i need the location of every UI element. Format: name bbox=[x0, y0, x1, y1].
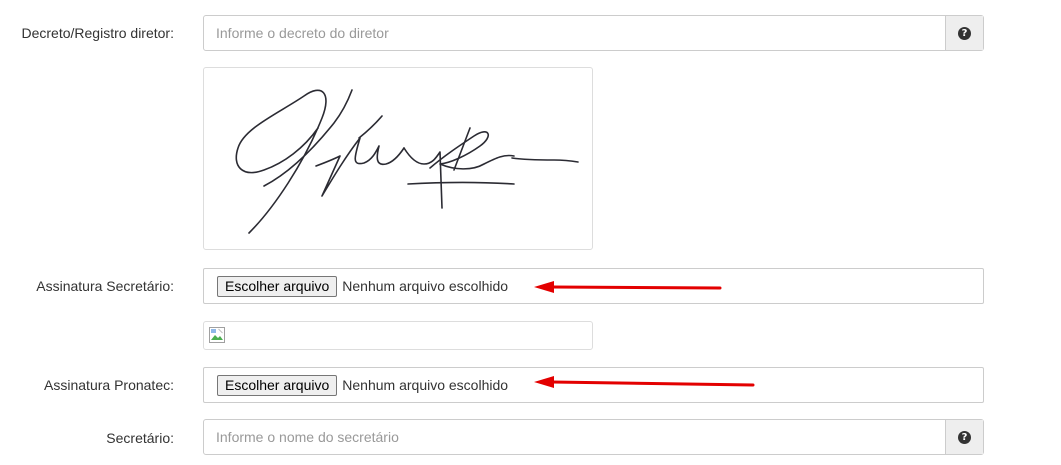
secretario-input[interactable] bbox=[204, 420, 945, 454]
secretario-signature-preview bbox=[203, 321, 593, 350]
file-status-pronatec: Nenhum arquivo escolhido bbox=[342, 377, 509, 393]
assinatura-secretario-label: Assinatura Secretário: bbox=[36, 278, 174, 294]
secretario-label: Secretário: bbox=[106, 430, 174, 446]
choose-file-button-pronatec[interactable]: Escolher arquivo bbox=[217, 374, 338, 396]
decreto-input-group: ? bbox=[203, 15, 984, 51]
secretario-help-addon[interactable]: ? bbox=[945, 420, 983, 454]
broken-image-icon bbox=[209, 327, 225, 343]
secretario-input-group: ? bbox=[203, 419, 984, 455]
choose-file-button-secretario[interactable]: Escolher arquivo bbox=[217, 275, 338, 297]
decreto-label: Decreto/Registro diretor: bbox=[21, 25, 174, 41]
question-circle-icon[interactable]: ? bbox=[958, 26, 971, 40]
signature-image bbox=[235, 89, 579, 234]
red-arrow-icon bbox=[534, 281, 722, 293]
director-signature-preview bbox=[203, 67, 593, 250]
red-arrow-icon bbox=[534, 376, 755, 388]
assinatura-pronatec-label: Assinatura Pronatec: bbox=[44, 377, 174, 393]
question-circle-icon[interactable]: ? bbox=[958, 430, 971, 444]
file-status-secretario: Nenhum arquivo escolhido bbox=[342, 278, 509, 294]
decreto-input[interactable] bbox=[204, 16, 945, 50]
decreto-help-addon[interactable]: ? bbox=[945, 16, 983, 50]
